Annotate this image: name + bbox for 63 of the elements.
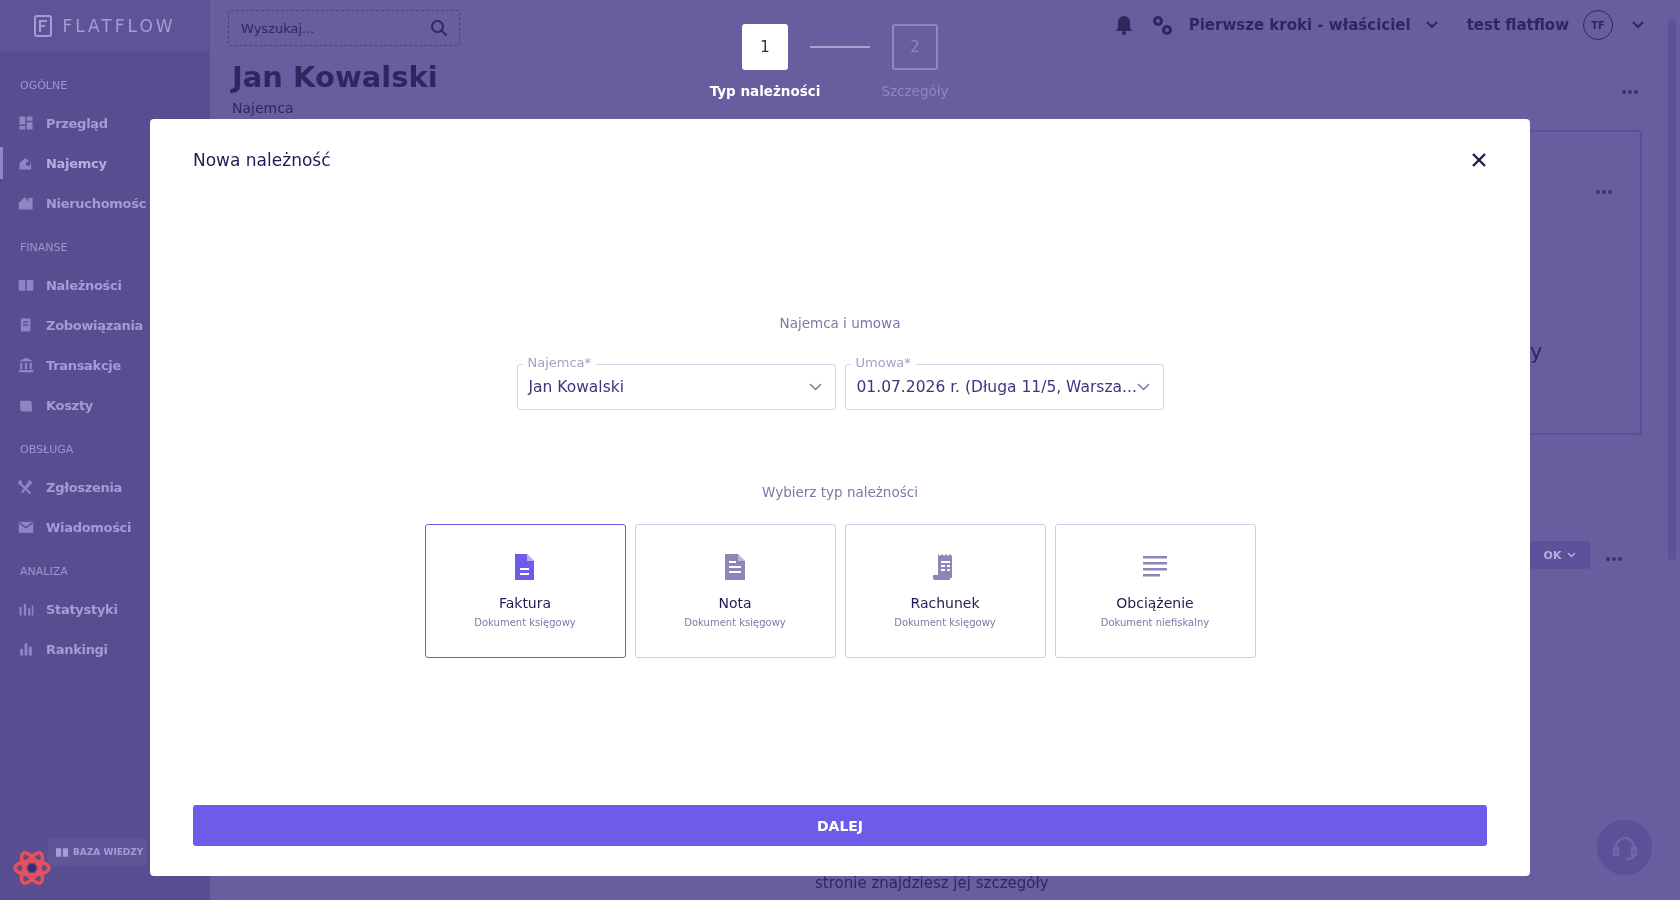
logo-text: FLATFLOW bbox=[62, 16, 176, 36]
modal-title: Nowa należność bbox=[193, 150, 331, 170]
atom-icon[interactable] bbox=[12, 848, 52, 888]
chevron-down-icon bbox=[1136, 383, 1150, 391]
more-icon[interactable] bbox=[1606, 557, 1622, 561]
more-icon[interactable] bbox=[1596, 190, 1612, 194]
chevron-down-icon[interactable] bbox=[1631, 20, 1645, 30]
chevron-down-icon bbox=[1567, 552, 1577, 558]
bar-chart-icon bbox=[18, 641, 34, 657]
note-icon bbox=[722, 552, 748, 582]
user-name: test flatflow bbox=[1466, 16, 1569, 34]
house-person-icon bbox=[18, 155, 34, 171]
book-icon bbox=[56, 846, 68, 858]
type-card[interactable]: Nota Dokument księgowy bbox=[634, 524, 836, 658]
type-card[interactable]: Rachunek Dokument księgowy bbox=[844, 524, 1046, 658]
chevron-down-icon bbox=[1424, 20, 1439, 30]
more-icon[interactable] bbox=[1622, 90, 1638, 94]
sidebar-item[interactable]: Wiadomości bbox=[0, 507, 150, 547]
gears-icon[interactable] bbox=[1150, 14, 1173, 36]
book-icon bbox=[18, 277, 34, 293]
step-label: Typ należności bbox=[709, 83, 821, 99]
card-text: y bbox=[1530, 340, 1543, 364]
sidebar-item[interactable]: Zobowiązania bbox=[0, 305, 150, 345]
sidebar-item[interactable]: Rankingi bbox=[0, 629, 150, 669]
page-title: Jan Kowalski bbox=[232, 60, 438, 94]
type-card[interactable]: Faktura Dokument księgowy bbox=[424, 524, 626, 658]
sidebar-item[interactable]: Koszty bbox=[0, 385, 150, 425]
select-field[interactable]: Umowa* 01.07.2026 r. (Długa 11/5, Warsza... bbox=[844, 354, 1164, 410]
step-number: 1 bbox=[742, 24, 788, 70]
sidebar-item[interactable]: Transakcje bbox=[0, 345, 150, 385]
sidebar-item[interactable]: Najemcy bbox=[0, 143, 150, 183]
bars-icon bbox=[18, 601, 34, 617]
sidebar-item[interactable]: Należności bbox=[0, 265, 150, 305]
house-icon bbox=[18, 195, 34, 211]
tools-icon bbox=[18, 479, 34, 495]
bank-icon bbox=[18, 357, 34, 373]
bell-icon[interactable] bbox=[1114, 15, 1133, 35]
sidebar-item[interactable]: Nieruchomośc bbox=[0, 183, 150, 223]
envelope-icon bbox=[18, 519, 34, 535]
select-field[interactable]: Najemca* Jan Kowalski bbox=[516, 354, 836, 410]
sidebar-item[interactable]: Przegląd bbox=[0, 103, 150, 143]
section-label: Wybierz typ należności bbox=[762, 484, 918, 500]
sidebar-item[interactable]: Statystyki bbox=[0, 589, 150, 629]
body-text: stronie znajdziesz jej szczegóły bbox=[815, 874, 1049, 892]
knowledge-base-button[interactable]: BAZA WIEDZY bbox=[48, 838, 148, 866]
search-field[interactable]: Wyszukaj... bbox=[228, 10, 460, 46]
logo-icon bbox=[34, 15, 53, 37]
page-subtitle: Najemca bbox=[232, 100, 294, 116]
type-card[interactable]: Obciążenie Dokument niefiskalny bbox=[1054, 524, 1256, 658]
section-title: OGÓLNE bbox=[19, 78, 69, 94]
workspace-dropdown[interactable]: Pierwsze kroki - właściciel bbox=[1188, 16, 1439, 34]
chevron-down-icon bbox=[808, 383, 822, 391]
section-title: OBSŁUGA bbox=[19, 442, 75, 458]
search-icon[interactable] bbox=[430, 19, 448, 37]
close-icon[interactable] bbox=[1471, 152, 1487, 168]
dashboard-icon bbox=[18, 115, 34, 131]
next-button[interactable]: DALEJ bbox=[193, 805, 1487, 846]
section-title: ANALIZA bbox=[19, 564, 69, 580]
section-label: Najemca i umowa bbox=[779, 315, 901, 331]
field-label: Najemca* bbox=[522, 354, 597, 372]
sidebar-item[interactable]: Zgłoszenia bbox=[0, 467, 150, 507]
section-title: FINANSE bbox=[19, 240, 69, 256]
ok-button[interactable]: OK bbox=[1530, 541, 1590, 569]
